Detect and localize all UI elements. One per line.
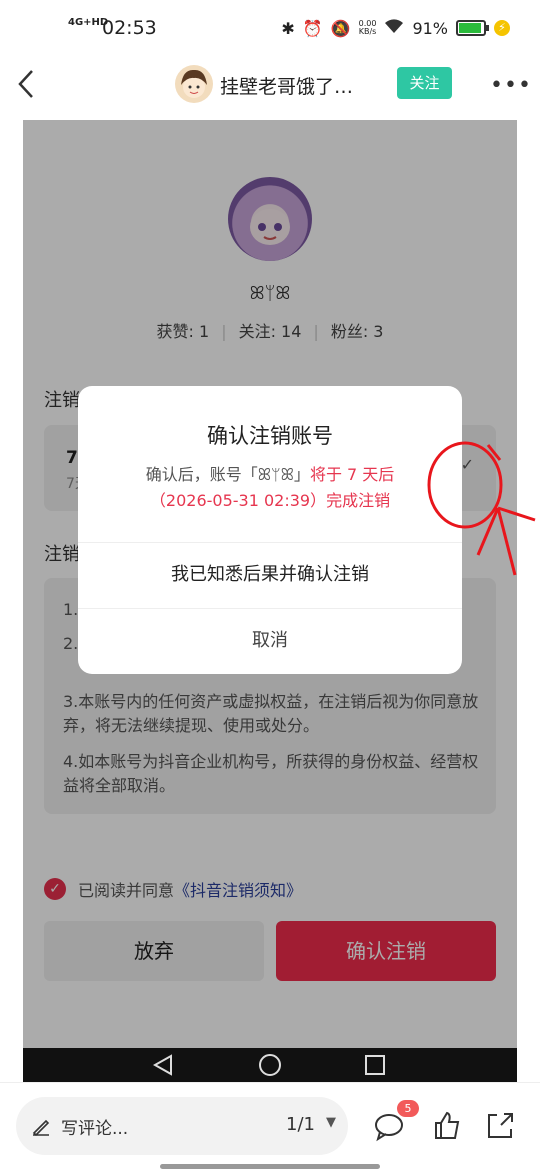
confirm-understood-button[interactable]: 我已知悉后果并确认注销 bbox=[78, 543, 462, 607]
mute-icon: 🔕 bbox=[330, 18, 351, 38]
red-circle-annotation bbox=[427, 441, 536, 576]
more-icon[interactable]: ••• bbox=[490, 73, 532, 98]
battery-icon bbox=[456, 20, 489, 36]
caret-down-icon[interactable]: ▼ bbox=[326, 1115, 336, 1130]
comment-input[interactable]: 写评论... 1/1 ▼ bbox=[16, 1097, 348, 1155]
dialog-cancel-button[interactable]: 取消 bbox=[78, 609, 462, 673]
like-icon[interactable] bbox=[430, 1109, 464, 1143]
alarm-icon: ⏰ bbox=[302, 18, 323, 38]
follow-button[interactable]: 关注 bbox=[397, 67, 452, 99]
charging-icon: ⚡ bbox=[494, 20, 510, 36]
author-avatar[interactable] bbox=[175, 65, 213, 103]
back-button[interactable] bbox=[14, 68, 42, 100]
chevron-left-icon bbox=[18, 70, 33, 98]
page-title: 挂壁老哥饿了… bbox=[220, 76, 354, 98]
home-indicator[interactable] bbox=[160, 1164, 380, 1169]
status-bar: 4G+HD 02:53 ✱ ⏰ 🔕 0.00 KB/s 91% ⚡ bbox=[0, 0, 540, 60]
status-time: 02:53 bbox=[102, 17, 157, 39]
avatar-face-icon bbox=[181, 69, 207, 98]
top-bar: 挂壁老哥饿了… 关注 ••• bbox=[0, 60, 540, 110]
nav-back-icon bbox=[152, 1054, 172, 1076]
confirm-dialog: 确认注销账号 确认后，账号「ꕤᛘꕤ」将于 7 天后 （2026-05-31 02… bbox=[78, 386, 462, 674]
wifi-icon bbox=[384, 18, 404, 38]
pencil-icon bbox=[32, 1119, 50, 1136]
bluetooth-icon: ✱ bbox=[281, 18, 295, 38]
comment-placeholder: 写评论... bbox=[61, 1119, 129, 1139]
nav-home-icon bbox=[259, 1054, 281, 1076]
system-nav-bar bbox=[23, 1048, 517, 1082]
comment-count-badge: 5 bbox=[397, 1100, 419, 1117]
network-speed: 0.00 KB/s bbox=[358, 19, 377, 36]
nav-recents-icon bbox=[365, 1055, 385, 1075]
bottom-bar: 写评论... 1/1 ▼ 5 bbox=[0, 1082, 540, 1170]
page-indicator[interactable]: 1/1 bbox=[286, 1114, 315, 1135]
battery-percent: 91% bbox=[412, 18, 448, 38]
dialog-title: 确认注销账号 bbox=[207, 424, 333, 448]
dialog-message: 确认后，账号「ꕤᛘꕤ」将于 7 天后 （2026-05-31 02:39）完成注… bbox=[145, 465, 395, 510]
share-icon[interactable] bbox=[483, 1109, 517, 1143]
